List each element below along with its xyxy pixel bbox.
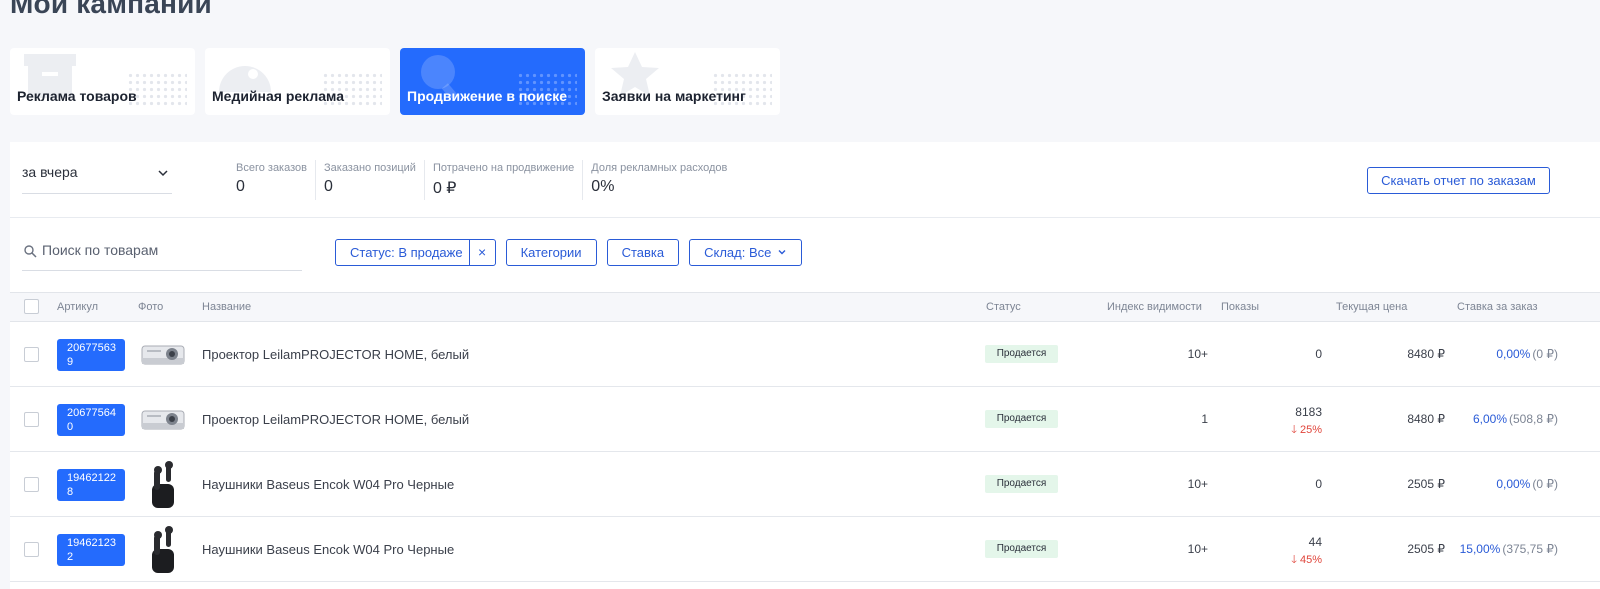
col-photo: Фото <box>138 301 164 313</box>
col-visibility[interactable]: Индекс видимости <box>1107 301 1202 313</box>
card-product-ads[interactable]: Реклама товаров <box>10 48 195 115</box>
col-name[interactable]: Название <box>202 301 251 313</box>
search-input[interactable] <box>42 242 292 258</box>
impressions: 0 <box>1315 347 1322 361</box>
campaign-panel: за вчера Всего заказов 0 Заказано позици… <box>10 142 1600 589</box>
download-report-button[interactable]: Скачать отчет по заказам <box>1367 167 1550 194</box>
impressions-delta: 🡓 25% <box>1291 424 1322 436</box>
earbuds-photo <box>152 461 174 508</box>
status-badge: Продается <box>985 410 1058 428</box>
visibility-index: 10+ <box>1187 542 1208 556</box>
stat-total-orders: Всего заказов 0 <box>236 162 307 195</box>
warehouse-filter-label: Склад: Все <box>704 245 772 260</box>
row-checkbox[interactable] <box>24 542 39 557</box>
select-all-checkbox[interactable] <box>24 299 39 314</box>
filter-bar: Статус: В продаже × Категории Ставка Скл… <box>335 239 812 266</box>
divider <box>10 217 1600 218</box>
visibility-index: 1 <box>1201 412 1208 426</box>
categories-filter-button[interactable]: Категории <box>505 239 597 266</box>
order-rate[interactable]: 0,00% (0 ₽) <box>1448 347 1558 361</box>
warehouse-filter-button[interactable]: Склад: Все <box>689 239 803 266</box>
col-price[interactable]: Текущая цена <box>1336 301 1407 313</box>
rate-filter-button[interactable]: Ставка <box>606 239 680 266</box>
sku-link[interactable]: 19462122 8 <box>57 469 125 501</box>
status-filter-button[interactable]: Статус: В продаже <box>336 240 469 265</box>
search-icon <box>24 245 37 258</box>
sku-link[interactable]: 19462123 2 <box>57 534 125 566</box>
sku-link[interactable]: 20677563 9 <box>57 339 125 371</box>
col-rate[interactable]: Ставка за заказ <box>1457 301 1538 313</box>
impressions: 44 🡓 45% <box>1291 535 1322 570</box>
table-row: 19462123 2 Наушники Baseus Encok W04 Pro … <box>10 517 1600 582</box>
clear-status-filter-icon[interactable]: × <box>468 240 495 265</box>
status-badge: Продается <box>985 540 1058 558</box>
current-price: 2505 ₽ <box>1407 542 1445 556</box>
chevron-down-icon <box>778 250 786 255</box>
col-status[interactable]: Статус <box>986 301 1021 313</box>
status-badge: Продается <box>985 345 1058 363</box>
card-marketing-requests[interactable]: Заявки на маркетинг <box>595 48 780 115</box>
current-price: 8480 ₽ <box>1407 412 1445 426</box>
campaign-type-cards: Реклама товаров Медийная реклама Продвиж… <box>10 48 780 115</box>
order-rate[interactable]: 6,00% (508,8 ₽) <box>1448 412 1558 426</box>
summary-stats: Всего заказов 0 Заказано позиций 0 Потра… <box>228 160 735 200</box>
table-header: Артикул Фото Название Статус Индекс види… <box>10 292 1600 322</box>
earbuds-photo <box>152 526 174 573</box>
product-name[interactable]: Наушники Baseus Encok W04 Pro Черные <box>202 542 454 557</box>
status-badge: Продается <box>985 475 1058 493</box>
projector-photo <box>141 410 185 430</box>
product-name[interactable]: Проектор LeilamPROJECTOR HOME, белый <box>202 412 469 427</box>
row-checkbox[interactable] <box>24 477 39 492</box>
visibility-index: 10+ <box>1187 347 1208 361</box>
current-price: 8480 ₽ <box>1407 347 1445 361</box>
table-row: 19462122 8 Наушники Baseus Encok W04 Pro … <box>10 452 1600 517</box>
status-filter: Статус: В продаже × <box>335 239 496 266</box>
impressions: 8183 🡓 25% <box>1291 405 1322 440</box>
period-select[interactable]: за вчера <box>22 164 172 194</box>
sku-link[interactable]: 20677564 0 <box>57 404 125 436</box>
stat-spent: Потрачено на продвижение 0 ₽ <box>423 160 582 200</box>
col-sku[interactable]: Артикул <box>57 301 98 313</box>
card-label: Продвижение в поиске <box>407 88 568 104</box>
col-impressions[interactable]: Показы <box>1221 301 1259 313</box>
product-name[interactable]: Проектор LeilamPROJECTOR HOME, белый <box>202 347 469 362</box>
product-search[interactable] <box>22 240 302 271</box>
table-row: 20677564 0 Проектор LeilamPROJECTOR HOME,… <box>10 387 1600 452</box>
product-name[interactable]: Наушники Baseus Encok W04 Pro Черные <box>202 477 454 492</box>
visibility-index: 10+ <box>1187 477 1208 491</box>
projector-photo <box>141 345 185 365</box>
row-checkbox[interactable] <box>24 412 39 427</box>
row-checkbox[interactable] <box>24 347 39 362</box>
stat-ordered-items: Заказано позиций 0 <box>315 160 424 200</box>
table-row: 20677563 9 Проектор LeilamPROJECTOR HOME,… <box>10 322 1600 387</box>
order-rate[interactable]: 15,00% (375,75 ₽) <box>1448 542 1558 556</box>
card-label: Реклама товаров <box>17 88 137 104</box>
stat-ad-share: Доля рекламных расходов 0% <box>582 160 735 200</box>
page-title: Мои кампании <box>10 0 212 19</box>
current-price: 2505 ₽ <box>1407 477 1445 491</box>
chevron-down-icon <box>158 170 168 177</box>
card-media-ads[interactable]: Медийная реклама <box>205 48 390 115</box>
card-search-promotion[interactable]: Продвижение в поиске <box>400 48 585 115</box>
order-rate[interactable]: 0,00% (0 ₽) <box>1448 477 1558 491</box>
period-value: за вчера <box>22 164 78 180</box>
card-label: Заявки на маркетинг <box>602 88 746 104</box>
card-label: Медийная реклама <box>212 88 345 104</box>
impressions-delta: 🡓 45% <box>1291 554 1322 566</box>
impressions: 0 <box>1315 477 1322 491</box>
